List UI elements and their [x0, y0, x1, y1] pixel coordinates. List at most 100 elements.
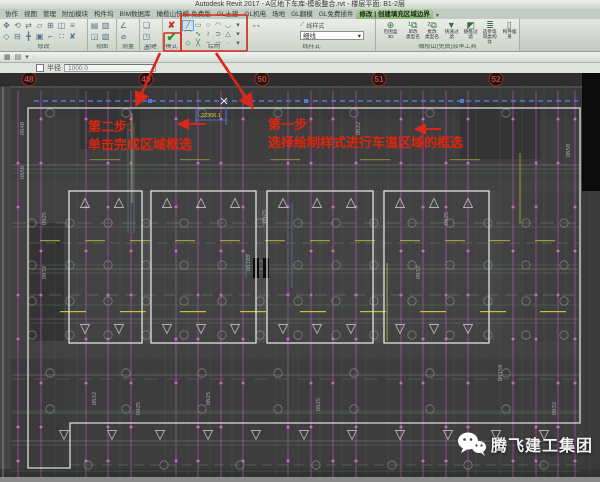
svg-text:DN25: DN25 [206, 392, 212, 405]
modify-tool-2[interactable]: ⇄ [23, 20, 34, 31]
ribbon-tab-10[interactable]: GL翻模 [288, 9, 316, 19]
draw-tool-7[interactable]: ∿ [193, 30, 203, 39]
view-toolbar: ▦ ▤▾ · [0, 52, 600, 63]
panel-label: 测量 [117, 44, 139, 51]
panel-label: 橄榄山(免费)效率工具 [376, 44, 519, 51]
svg-text:52: 52 [491, 74, 501, 84]
floor-plan-svg[interactable]: DN40DN50DN25DN32DN32DN25DN100DN25DN150DN… [0, 73, 600, 477]
draw-tool-1[interactable]: ▭ [193, 21, 203, 30]
modify-tool-5[interactable]: ◫ [56, 20, 67, 31]
gls-button-icon: ▼ [447, 20, 456, 30]
view-tool-0[interactable]: ▤ [89, 20, 100, 31]
gls-button-label: 批改 类型名 [425, 30, 439, 40]
view-tool-1[interactable]: ▥ [100, 20, 111, 31]
ribbon-tab-11[interactable]: GL免费插件 [316, 9, 357, 19]
ribbon-tab-9[interactable]: 场地 [269, 9, 288, 19]
view-icons[interactable]: ▤▥◲▧ [88, 19, 117, 42]
ribbon-tab-2[interactable]: 管理 [40, 9, 59, 19]
gls-button-label: 选参等 同类构件 [482, 30, 497, 45]
view-toolbar-icon-1[interactable]: ▤ [15, 53, 22, 61]
draw-tool-9[interactable]: ⊃ [213, 30, 223, 39]
svg-text:48: 48 [24, 74, 34, 84]
ribbon-tab-0[interactable]: 协作 [2, 9, 21, 19]
modify-tool-8[interactable]: ⊟ [12, 31, 23, 42]
ribbon-tab-row: 协作视图管理附加模块构件坞BIM数据库橄榄山快模-免费版GL土建GL机电场地GL… [0, 9, 600, 19]
ribbon: ✥⟲⇄▱⊞◫≡◇⊟╋▣⌐∷✘ 修改 ▤▥◲▧ 视图 ∠⌀ 测量 ❏◳⧄ 创建 ✘… [0, 19, 600, 52]
ribbon-tab-7[interactable]: GL土建 [214, 9, 242, 19]
svg-text:DN100: DN100 [246, 254, 252, 271]
chevron-down-icon: ▾ [358, 32, 361, 39]
chevron-down-icon[interactable]: ▾ [433, 12, 442, 19]
panel-view: ▤▥◲▧ 视图 [88, 19, 117, 51]
view-toolbar-icon-2[interactable]: ▾ [25, 53, 29, 61]
draw-tool-3[interactable]: ◠ [213, 21, 223, 30]
panel-label: 创建 [140, 44, 162, 51]
draw-tool-10[interactable]: △ [223, 30, 233, 39]
radius-checkbox[interactable] [36, 64, 44, 72]
svg-text:DN50: DN50 [20, 166, 26, 179]
gls-button-label: 构件瘦身 [502, 30, 517, 40]
view-toolbar-icon-0[interactable]: ▦ [4, 53, 11, 61]
gls-button-label: 单改 类型名 [406, 30, 420, 40]
panel-label: 修改 [0, 44, 87, 51]
linestyle-title: 线样式 [306, 21, 324, 30]
draw-tool-2[interactable]: ○ [203, 21, 213, 30]
modify-tool-1[interactable]: ⟲ [12, 20, 23, 31]
draw-tool-0[interactable]: ╱ [183, 21, 193, 30]
svg-text:51: 51 [374, 74, 384, 84]
gls-button-label: 包围盒3D [381, 30, 401, 40]
ribbon-tab-5[interactable]: BIM数据库 [117, 9, 154, 19]
draw-tool-11[interactable]: ▾ [233, 30, 243, 39]
draw-tool-5[interactable]: ▾ [233, 21, 243, 30]
drawing-area[interactable]: DN40DN50DN25DN32DN32DN25DN100DN25DN150DN… [0, 73, 600, 477]
gls-button-icon: ▯ [507, 20, 512, 30]
measure-tool-0[interactable]: ∠ [118, 20, 129, 31]
modify-icons[interactable]: ✥⟲⇄▱⊞◫≡ ◇⊟╋▣⌐∷✘ [0, 19, 88, 42]
ribbon-filler [520, 19, 600, 51]
view-toolbar-icon-3[interactable]: · [33, 54, 35, 61]
svg-text:DN25: DN25 [136, 402, 142, 415]
draw-tool-8[interactable]: ≀ [203, 30, 213, 39]
ribbon-tab-8[interactable]: GL机电 [241, 9, 269, 19]
measure-tool-1[interactable]: ⌀ [118, 31, 129, 42]
panel-label: 视图 [88, 44, 116, 51]
gls-button-icon: ◩ [466, 20, 475, 30]
create-tool-0[interactable]: ❏ [141, 20, 152, 31]
gls-button-icon: ²⧉ [427, 20, 436, 30]
modify-tool-11[interactable]: ⌐ [45, 31, 56, 42]
modify-tool-13[interactable]: ✘ [67, 31, 78, 42]
view-tool-2[interactable]: ◲ [89, 31, 100, 42]
modify-tool-0[interactable]: ✥ [1, 20, 12, 31]
ribbon-tab-1[interactable]: 视图 [21, 9, 40, 19]
ribbon-tab-4[interactable]: 构件坞 [91, 9, 117, 19]
svg-text:DN40: DN40 [20, 122, 26, 135]
modify-tool-7[interactable]: ◇ [1, 31, 12, 42]
draw-tool-4[interactable]: ◡ [223, 21, 233, 30]
modify-tool-4[interactable]: ⊞ [45, 20, 56, 31]
modify-tool-12[interactable]: ∷ [56, 31, 67, 42]
ribbon-tab-6[interactable]: 橄榄山快模-免费版 [154, 9, 214, 19]
measure-icons[interactable]: ∠⌀ [117, 19, 140, 42]
ribbon-tab-contextual[interactable]: 修改 | 创建填充区域边界 [356, 9, 432, 19]
panel-label: 模式 [163, 44, 180, 51]
svg-text:DN32: DN32 [552, 402, 558, 415]
radius-value-field[interactable]: 1000.0 [64, 64, 156, 72]
create-tool-1[interactable]: ◳ [141, 31, 152, 42]
gls-button-icon: ⊕ [387, 20, 395, 30]
ribbon-tab-3[interactable]: 附加模块 [59, 9, 91, 19]
svg-text:DN150: DN150 [498, 364, 504, 381]
svg-text:DN32: DN32 [356, 122, 362, 135]
draw-tool-6[interactable]: ⌒ [183, 30, 193, 39]
finish-sketch-button[interactable]: ✔ [166, 31, 176, 44]
view-tool-3[interactable]: ▧ [100, 31, 111, 42]
svg-text:DN32: DN32 [416, 266, 422, 279]
modify-tool-3[interactable]: ▱ [34, 20, 45, 31]
panel-measure: ∠⌀ 测量 [117, 19, 140, 51]
modify-tool-9[interactable]: ╋ [23, 31, 34, 42]
svg-text:49: 49 [141, 74, 151, 84]
linestyle-dropdown[interactable]: 细线 ▾ [300, 31, 364, 40]
modify-tool-6[interactable]: ≡ [67, 20, 78, 31]
linestyle-value: 细线 [303, 32, 316, 39]
gls-button-label: 快速过滤 [444, 30, 459, 40]
modify-tool-10[interactable]: ▣ [34, 31, 45, 42]
